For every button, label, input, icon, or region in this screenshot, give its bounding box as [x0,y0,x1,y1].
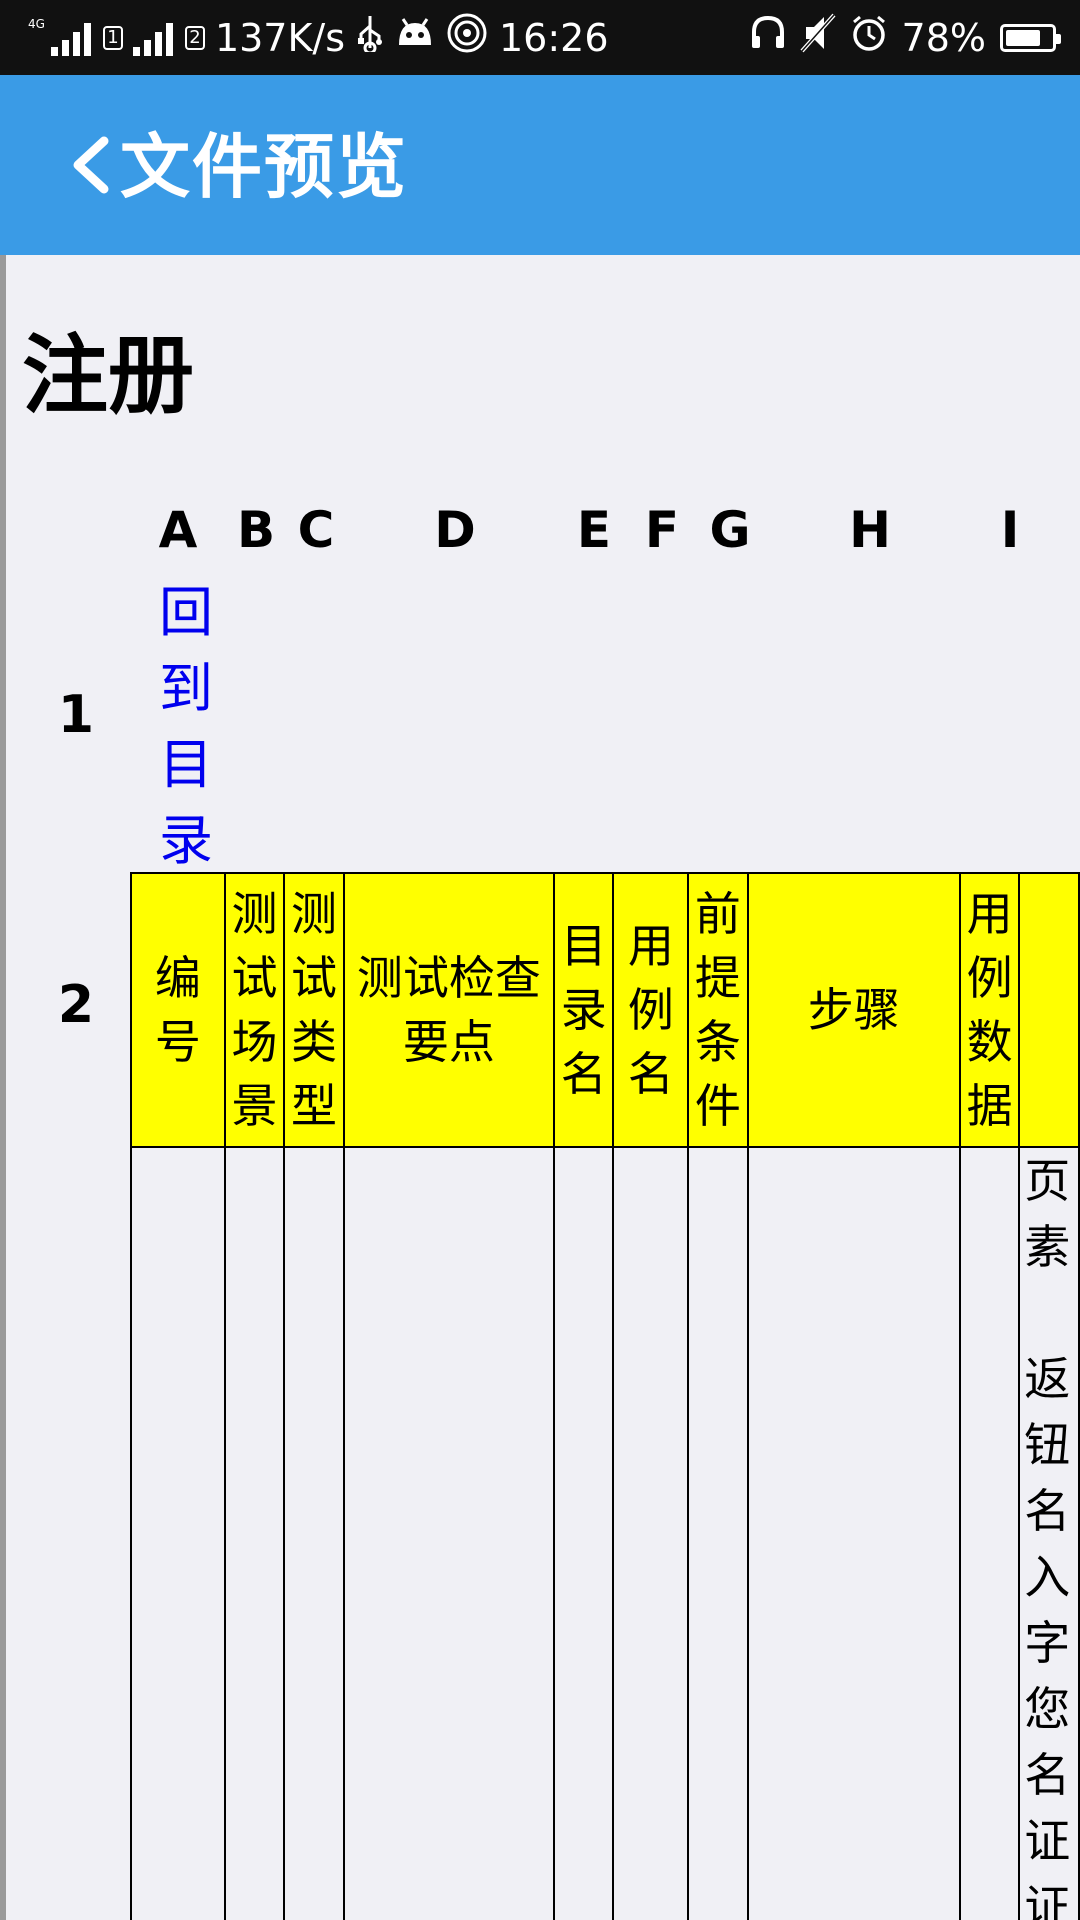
signal-icon [132,20,173,56]
column-header-d: D [434,501,476,559]
android-icon [395,15,435,60]
table-cell[interactable] [283,1146,345,1920]
battery-percent: 78% [901,15,986,60]
battery-icon [1000,23,1061,52]
header-cell-case-data[interactable]: 用例数据 [958,872,1021,1148]
mute-icon [800,13,836,62]
status-left: 4G 1 2 137K/s 16:26 [28,0,609,75]
sim2-badge: 2 [184,25,205,50]
column-header-h: H [849,501,891,559]
header-cell-check-points[interactable]: 测试检查要点 [342,872,556,1148]
column-header-a: A [158,501,198,559]
table-header-row: 编号 测试场景 测试类型 测试检查要点 目录名 用例名 前提条件 步骤 用例数据 [130,872,1080,1148]
table-cell[interactable] [342,1146,556,1920]
back-to-index-link[interactable]: 回到目录 [146,575,226,879]
clock: 16:26 [499,15,609,60]
header-cell-partial[interactable] [1018,872,1080,1148]
header-cell-scenario[interactable]: 测试场景 [223,872,286,1148]
app-bar: 文件预览 [0,75,1080,255]
document-view[interactable]: 注册 A B C D E F G H I 1 回到目录 2 编号 测试场景 测试… [6,255,1080,1920]
network-speed: 137K/s [214,15,345,60]
column-header-c: C [297,501,335,559]
row-number-1: 1 [57,685,95,745]
page-title: 文件预览 [120,126,408,208]
signal-icon [50,20,91,56]
table-cell-partial[interactable]: 页 素 返 钮 名 入 字 您 名 证 证 [1018,1146,1080,1920]
table-cell[interactable] [223,1146,286,1920]
table-cell[interactable] [130,1146,226,1920]
row-number-2: 2 [57,975,95,1035]
hotspot-icon [445,13,489,62]
table-cell[interactable] [687,1146,749,1920]
header-cell-id[interactable]: 编号 [130,872,226,1148]
usb-icon [355,14,385,61]
table-cell[interactable] [553,1146,615,1920]
chevron-left-icon [73,136,109,194]
column-header-b: B [236,501,276,559]
column-header-i: I [1000,501,1020,559]
network-type: 4G [28,16,45,31]
header-cell-steps[interactable]: 步骤 [746,872,961,1148]
column-header-f: F [644,501,680,559]
sheet-title: 注册 [22,326,194,426]
column-header-e: E [576,501,612,559]
table-cell[interactable] [612,1146,690,1920]
headphone-icon [750,14,786,61]
status-bar: 4G 1 2 137K/s 16:26 78% [0,0,1080,75]
table-row: 页 素 返 钮 名 入 字 您 名 证 证 [130,1146,1080,1920]
sim1-badge: 1 [102,25,123,50]
table-cell[interactable] [746,1146,961,1920]
sheet-table: 编号 测试场景 测试类型 测试检查要点 目录名 用例名 前提条件 步骤 用例数据… [130,872,1080,1920]
alarm-icon [850,14,888,61]
column-header-g: G [709,501,751,559]
header-cell-test-type[interactable]: 测试类型 [283,872,345,1148]
header-cell-case-name[interactable]: 用例名 [612,872,690,1148]
table-cell[interactable] [958,1146,1021,1920]
header-cell-precondition[interactable]: 前提条件 [687,872,749,1148]
status-right: 78% [750,0,1061,75]
header-cell-directory[interactable]: 目录名 [553,872,615,1148]
